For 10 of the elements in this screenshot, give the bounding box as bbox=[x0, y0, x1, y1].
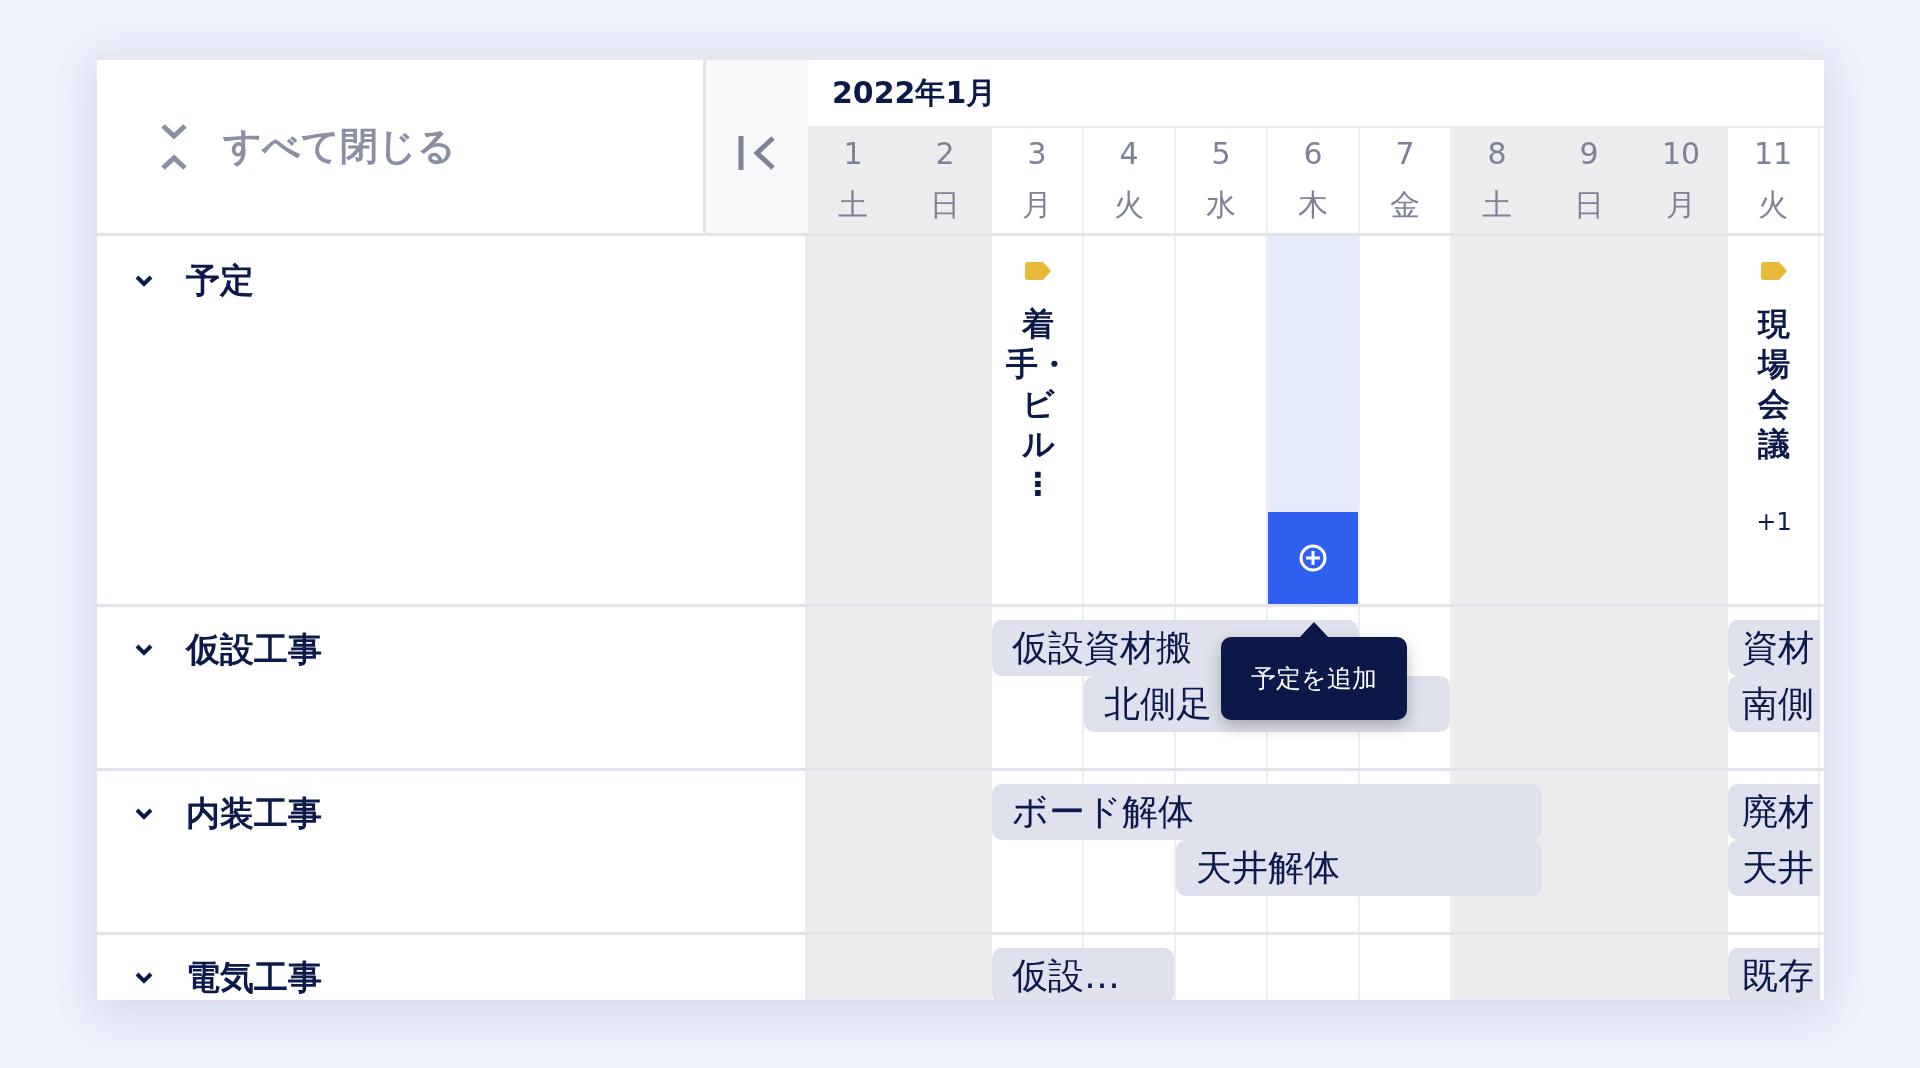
day-header: 9 日 bbox=[1544, 128, 1636, 233]
tooltip: 予定を追加 bbox=[1221, 637, 1407, 720]
section-title: 内装工事 bbox=[186, 793, 322, 834]
day-header: 1 土 bbox=[808, 128, 900, 233]
section-title: 電気工事 bbox=[186, 957, 322, 998]
day-header: 10 月 bbox=[1636, 128, 1728, 233]
section-title: 仮設工事 bbox=[186, 629, 322, 670]
day-header: 8 土 bbox=[1452, 128, 1544, 233]
day-header: 2 日 bbox=[900, 128, 992, 233]
section-title: 予定 bbox=[186, 260, 254, 301]
